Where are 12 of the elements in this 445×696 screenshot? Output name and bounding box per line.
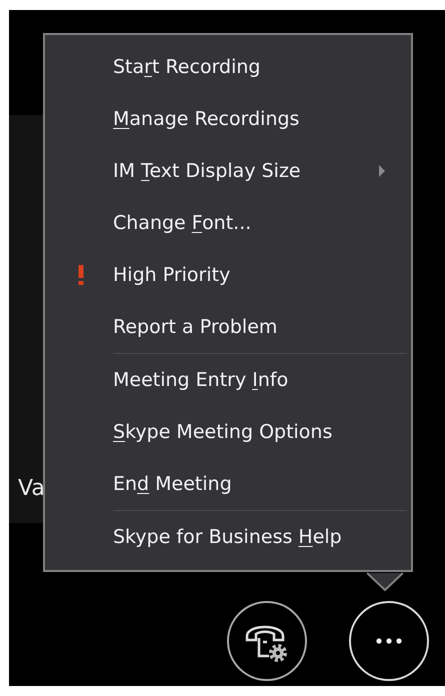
menu-item[interactable]: Report a Problem: [113, 316, 278, 338]
menu-item[interactable]: IM Text Display Size: [113, 160, 301, 182]
menu-item[interactable]: Change Font...: [113, 212, 252, 234]
menu-item[interactable]: Skype for Business Help: [113, 526, 342, 548]
participant-name: Va: [17, 475, 45, 503]
menu-item[interactable]: Start Recording: [113, 56, 260, 78]
menu-item[interactable]: End Meeting: [113, 473, 232, 495]
menu-item[interactable]: Meeting Entry Info: [113, 369, 288, 391]
menu-item[interactable]: Skype Meeting Options: [113, 421, 332, 443]
menu-item[interactable]: Manage Recordings: [113, 108, 300, 130]
more-icon: [376, 638, 402, 644]
menu-item[interactable]: High Priority: [113, 264, 230, 286]
